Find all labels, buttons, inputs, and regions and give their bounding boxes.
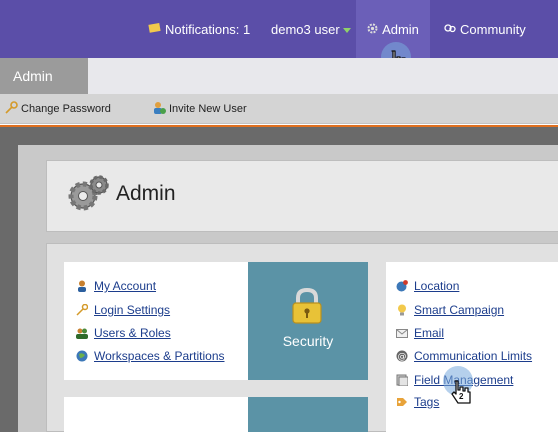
security-tile-label: Security <box>282 333 334 349</box>
tab-admin-label: Admin <box>13 68 53 84</box>
key-icon <box>4 100 18 118</box>
action-toolbar: Change Password Invite New User <box>0 94 558 124</box>
invite-user-label: Invite New User <box>169 103 247 115</box>
tab-admin[interactable]: Admin <box>0 58 88 94</box>
notifications-menu[interactable]: Notifications: 1 <box>148 0 250 58</box>
tag-icon <box>396 396 408 408</box>
users-roles-link[interactable]: Users & Roles <box>76 326 171 340</box>
user-menu[interactable]: demo3 user <box>271 0 351 58</box>
admin-label: Admin <box>382 21 419 37</box>
location-icon <box>396 280 408 292</box>
step-number: 2 <box>459 392 464 401</box>
login-settings-link[interactable]: Login Settings <box>76 303 170 317</box>
security-tile[interactable]: Security <box>248 262 368 380</box>
svg-text:@: @ <box>398 352 407 362</box>
invite-new-user-button[interactable]: Invite New User <box>152 94 247 124</box>
email-icon <box>396 327 408 339</box>
users-icon <box>76 327 88 339</box>
chevron-down-icon <box>342 27 351 33</box>
community-label: Community <box>460 21 526 37</box>
location-link[interactable]: Location <box>396 279 459 293</box>
lightbulb-icon <box>396 304 408 316</box>
smart-campaign-link[interactable]: Smart Campaign <box>396 303 504 317</box>
admin-gear-icon <box>66 174 110 219</box>
gear-icon <box>367 22 378 37</box>
globe-icon <box>76 350 88 362</box>
community-menu[interactable]: Community <box>444 0 526 58</box>
my-account-link[interactable]: My Account <box>76 279 156 293</box>
tags-link[interactable]: Tags <box>396 395 439 409</box>
notification-icon <box>148 22 161 37</box>
next-tile[interactable] <box>248 397 368 432</box>
field-icon <box>396 374 409 387</box>
page-title: Admin <box>116 182 176 205</box>
add-user-icon <box>152 101 166 118</box>
key-icon <box>76 303 89 316</box>
email-link[interactable]: Email <box>396 326 444 340</box>
change-password-label: Change Password <box>21 103 111 115</box>
lock-icon <box>288 286 326 331</box>
communication-limits-link[interactable]: @ Communication Limits <box>396 349 532 363</box>
accent-divider <box>0 125 558 127</box>
security-card: My Account Login Settings Users & Roles … <box>64 262 248 380</box>
top-navigation-bar: Notifications: 1 demo3 user Admin Commun… <box>0 0 558 58</box>
community-icon <box>444 22 456 37</box>
notifications-label: Notifications: 1 <box>165 21 251 37</box>
hand-cursor-icon: 2 <box>448 378 474 413</box>
next-card <box>64 397 248 432</box>
workspaces-partitions-link[interactable]: Workspaces & Partitions <box>76 349 225 363</box>
at-sign-icon: @ <box>396 350 408 362</box>
tab-bar: Admin <box>0 58 558 94</box>
user-label: demo3 user <box>271 21 340 37</box>
change-password-button[interactable]: Change Password <box>4 94 111 124</box>
user-icon <box>76 280 88 292</box>
